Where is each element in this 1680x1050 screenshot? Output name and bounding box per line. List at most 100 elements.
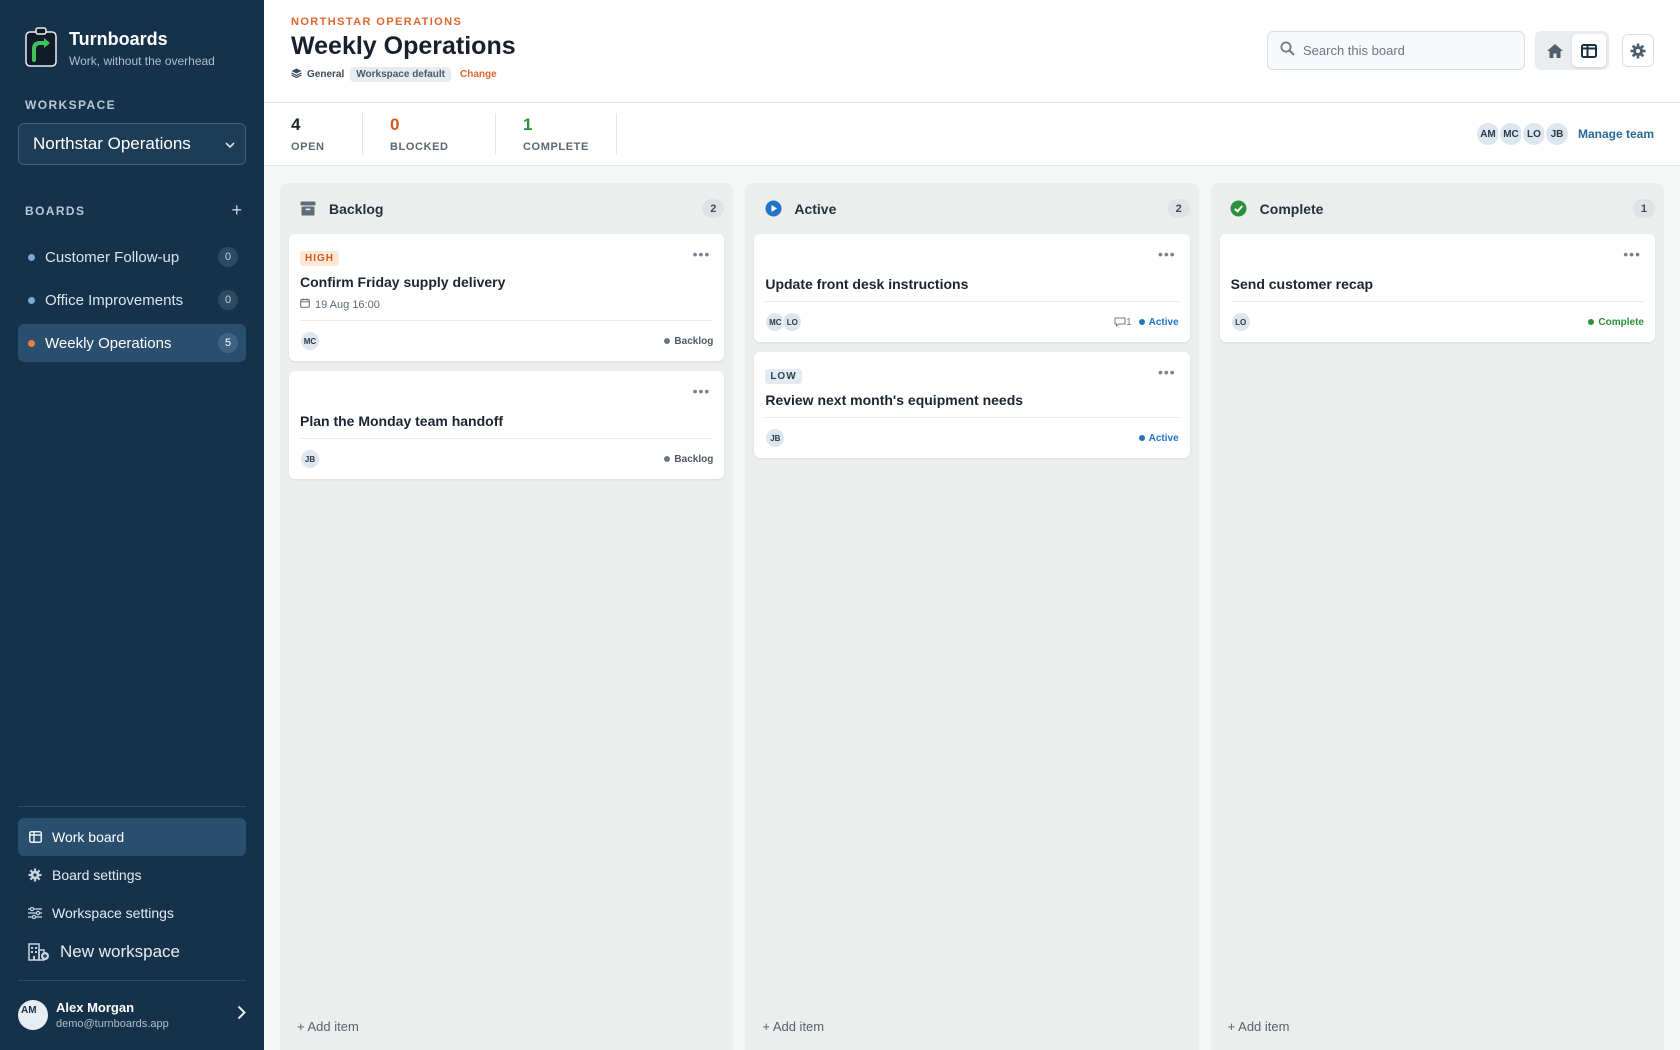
brand[interactable]: Turnboards Work, without the overhead bbox=[0, 0, 264, 88]
board-count-badge: 0 bbox=[218, 290, 238, 310]
card-footer: MC LO 1 Active bbox=[765, 301, 1179, 342]
change-category-link[interactable]: Change bbox=[460, 69, 497, 80]
add-board-plus-icon[interactable]: + bbox=[231, 200, 242, 221]
card[interactable]: ••• LOW Review next month's equipment ne… bbox=[754, 352, 1190, 458]
play-circle-icon bbox=[764, 200, 782, 218]
add-item-button[interactable]: + Add item bbox=[1228, 1019, 1290, 1034]
avatar: JB bbox=[300, 449, 320, 469]
view-toggle bbox=[1535, 31, 1609, 70]
card[interactable]: ••• Plan the Monday team handoff JB Back… bbox=[289, 371, 725, 479]
stat-label: OPEN bbox=[291, 141, 325, 153]
board-dot bbox=[28, 253, 35, 261]
card-footer: JB Active bbox=[765, 417, 1179, 458]
card-footer: MC Backlog bbox=[300, 320, 714, 361]
home-icon bbox=[1547, 43, 1563, 58]
turnboards-logo-icon bbox=[25, 27, 57, 67]
priority-badge: LOW bbox=[765, 369, 802, 384]
nav-label: Work board bbox=[52, 829, 125, 845]
column-backlog: Backlog 2 ••• HIGH Confirm Friday supply… bbox=[280, 183, 734, 1050]
chevron-right-icon bbox=[237, 1003, 246, 1026]
boards-label: BOARDS bbox=[25, 203, 86, 218]
brand-name: Turnboards bbox=[69, 29, 168, 49]
layers-icon bbox=[291, 68, 302, 81]
nav-label: Workspace settings bbox=[52, 905, 174, 921]
card[interactable]: ••• Update front desk instructions MC LO… bbox=[754, 234, 1190, 342]
card-title: Send customer recap bbox=[1230, 276, 1374, 292]
card[interactable]: ••• HIGH Confirm Friday supply delivery … bbox=[289, 234, 725, 361]
priority-badge: HIGH bbox=[300, 251, 339, 266]
column-title: Active bbox=[794, 200, 837, 217]
check-circle-icon bbox=[1230, 200, 1248, 218]
card-footer: JB Backlog bbox=[300, 438, 714, 479]
board-icon bbox=[1581, 43, 1597, 58]
column-header: Complete 1 bbox=[1220, 183, 1655, 234]
board-search[interactable] bbox=[1267, 31, 1525, 70]
column-complete: Complete 1 ••• Send customer recap LO Co… bbox=[1210, 183, 1664, 1050]
column-count: 1 bbox=[1632, 199, 1655, 218]
more-options-icon[interactable]: ••• bbox=[1158, 246, 1176, 262]
stat-value: 4 bbox=[291, 115, 301, 134]
more-options-icon[interactable]: ••• bbox=[1623, 246, 1641, 262]
user-menu[interactable]: AM Alex Morgan demo@turnboards.app bbox=[0, 981, 264, 1050]
comment-icon bbox=[1114, 317, 1126, 327]
more-options-icon[interactable]: ••• bbox=[1158, 364, 1176, 380]
status-badge: Backlog bbox=[664, 454, 713, 465]
search-icon bbox=[1280, 41, 1295, 60]
workspace-select-value: Northstar Operations bbox=[33, 134, 191, 153]
search-input[interactable] bbox=[1303, 43, 1503, 58]
stat-open: 4 OPEN bbox=[291, 113, 363, 155]
stat-blocked: 0 BLOCKED bbox=[390, 113, 496, 155]
board-count-badge: 0 bbox=[218, 247, 238, 267]
sidebar-item-weekly-operations[interactable]: Weekly Operations 5 bbox=[18, 324, 246, 362]
column-title: Complete bbox=[1259, 200, 1324, 217]
user-name: Alex Morgan bbox=[56, 999, 135, 1015]
stats-bar: 4 OPEN 0 BLOCKED 1 COMPLETE AM MC LO JB … bbox=[264, 103, 1680, 166]
sidebar-item-label: Customer Follow-up bbox=[45, 248, 180, 266]
nav-new-workspace[interactable]: New workspace bbox=[18, 932, 246, 972]
team-members: AM MC LO JB Manage team bbox=[1474, 121, 1654, 147]
avatar: JB bbox=[765, 428, 786, 448]
calendar-icon bbox=[300, 298, 310, 311]
nav-workspace-settings[interactable]: Workspace settings bbox=[18, 894, 246, 932]
gear-icon bbox=[28, 868, 42, 882]
card-footer: LO Complete bbox=[1230, 301, 1644, 342]
more-options-icon[interactable]: ••• bbox=[693, 246, 711, 262]
stat-complete: 1 COMPLETE bbox=[523, 113, 617, 155]
nav-work-board[interactable]: Work board bbox=[18, 818, 246, 856]
card-title: Update front desk instructions bbox=[765, 276, 969, 292]
gear-icon bbox=[1630, 43, 1646, 58]
chevron-down-icon bbox=[225, 137, 235, 152]
stat-label: COMPLETE bbox=[523, 141, 589, 153]
avatar[interactable]: JB bbox=[1543, 121, 1570, 147]
avatar: LO bbox=[782, 312, 803, 332]
board-dot bbox=[28, 296, 35, 304]
settings-button[interactable] bbox=[1622, 34, 1654, 67]
add-item-button[interactable]: + Add item bbox=[762, 1019, 824, 1034]
home-view-button[interactable] bbox=[1538, 34, 1572, 67]
board-view-button[interactable] bbox=[1572, 34, 1606, 67]
column-count: 2 bbox=[702, 199, 725, 218]
nav-label: Board settings bbox=[52, 867, 142, 883]
workspace-select[interactable]: Northstar Operations bbox=[18, 123, 246, 165]
card[interactable]: ••• Send customer recap LO Complete bbox=[1219, 234, 1655, 342]
column-active: Active 2 ••• Update front desk instructi… bbox=[745, 183, 1199, 1050]
workspace-label: WORKSPACE bbox=[25, 98, 117, 112]
sliders-icon bbox=[28, 906, 42, 920]
nav-board-settings[interactable]: Board settings bbox=[18, 856, 246, 894]
manage-team-link[interactable]: Manage team bbox=[1578, 127, 1654, 141]
sidebar-item-customer-follow-up[interactable]: Customer Follow-up 0 bbox=[18, 238, 246, 276]
main: NORTHSTAR OPERATIONS Weekly Operations G… bbox=[264, 0, 1680, 1050]
comment-count: 1 bbox=[1114, 317, 1132, 328]
avatar: MC bbox=[300, 331, 320, 351]
workspace-default-badge: Workspace default bbox=[350, 67, 451, 82]
archive-icon bbox=[299, 200, 317, 218]
stat-value: 0 bbox=[390, 115, 400, 134]
sidebar-item-label: Office Improvements bbox=[45, 291, 184, 309]
add-item-button[interactable]: + Add item bbox=[297, 1019, 359, 1034]
more-options-icon[interactable]: ••• bbox=[693, 383, 711, 399]
avatar: AM bbox=[18, 999, 48, 1030]
column-title: Backlog bbox=[329, 200, 384, 217]
board-icon bbox=[28, 830, 42, 844]
status-badge: Backlog bbox=[664, 336, 713, 347]
sidebar-item-office-improvements[interactable]: Office Improvements 0 bbox=[18, 281, 246, 319]
